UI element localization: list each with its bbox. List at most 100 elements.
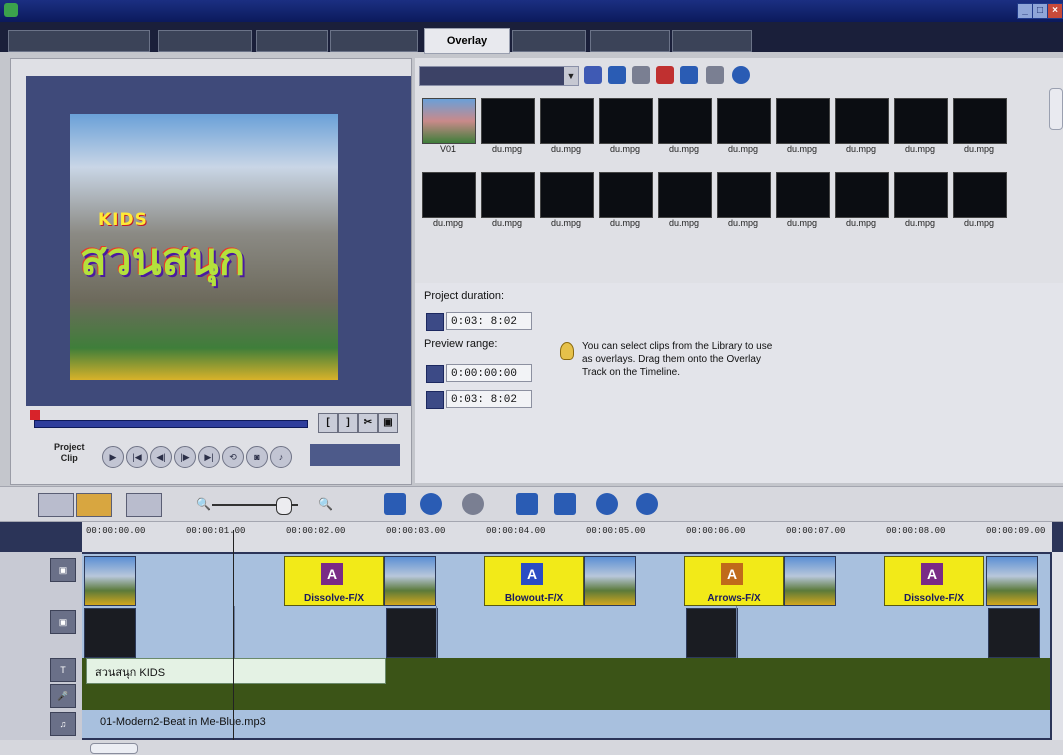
overlay-clip[interactable] [84,608,136,658]
volume-icon[interactable]: ♪ [270,446,292,468]
overlay-clip[interactable] [686,608,738,658]
library-thumbnail[interactable]: du.mpg [658,98,712,158]
music-track-icon[interactable]: ♫ [50,712,76,736]
home-icon[interactable]: |◀ [126,446,148,468]
library-thumbnail[interactable]: du.mpg [717,172,771,232]
library-category-dropdown[interactable]: ▼ [419,66,579,86]
library-thumbnail[interactable]: du.mpg [717,98,771,158]
scroll-thumb[interactable] [90,743,138,754]
overlay-clip[interactable] [988,608,1040,658]
library-thumbnail[interactable]: du.mpg [599,98,653,158]
close-icon[interactable]: × [1047,3,1063,19]
video-track-icon[interactable]: ▣ [50,558,76,582]
tab-2[interactable] [158,30,252,52]
storyboard-view-button[interactable] [38,493,74,517]
minimize-icon[interactable]: _ [1017,3,1033,19]
chevron-down-icon[interactable]: ▼ [564,67,578,85]
timecode-display[interactable] [310,444,400,466]
video-clip[interactable] [384,556,436,606]
scrub-handle[interactable] [30,410,40,420]
music-clip-label[interactable]: 01-Modern2-Beat in Me-Blue.mp3 [100,716,266,728]
disabled-action-icon[interactable] [462,493,484,515]
cut-clip-button[interactable]: ✂ [358,413,378,433]
library-thumbnail[interactable]: du.mpg [835,98,889,158]
zoom-slider-handle[interactable] [276,497,292,515]
tab-1[interactable] [8,30,150,52]
maximize-icon[interactable]: □ [1032,3,1048,19]
overlay-track[interactable] [82,606,1050,658]
transition-clip[interactable]: A Dissolve-F/X [884,556,984,606]
title-clip[interactable]: สวนสนุก KIDS [86,658,386,684]
playhead[interactable] [233,530,234,740]
view-icon[interactable] [706,66,724,84]
audio-view-button[interactable] [126,493,162,517]
library-thumbnail[interactable]: du.mpg [658,172,712,232]
library-scrollbar[interactable] [1049,88,1063,130]
sort-icon[interactable] [680,66,698,84]
library-thumbnail[interactable]: du.mpg [481,172,535,232]
record-icon[interactable] [420,493,442,515]
project-duration-field[interactable]: 0:03: 8:02 [426,312,536,332]
enlarge-button[interactable]: ▣ [378,413,398,433]
tab-overlay[interactable]: Overlay [424,28,510,54]
next-frame-icon[interactable]: |▶ [174,446,196,468]
library-thumbnail[interactable]: du.mpg [953,98,1007,158]
world-icon[interactable] [636,493,658,515]
timeline-horizontal-scrollbar[interactable] [0,740,1063,755]
insert-media-icon[interactable] [384,493,406,515]
library-thumbnail[interactable]: du.mpg [953,172,1007,232]
title-track-icon[interactable]: T [50,658,76,682]
preview-start-value[interactable]: 0:00:00:00 [446,364,532,382]
library-thumbnail[interactable]: du.mpg [894,172,948,232]
mark-out-button[interactable]: ] [338,413,358,433]
library-thumbnail[interactable]: du.mpg [422,172,476,232]
zoom-in-icon[interactable]: 🔍 [318,497,333,511]
play-icon[interactable]: ▶ [102,446,124,468]
project-clip-toggle[interactable]: Project Clip [54,442,85,464]
snapshot-icon[interactable]: ◙ [246,446,268,468]
preview-start-field[interactable]: 0:00:00:00 [426,364,536,384]
library-thumbnail[interactable]: du.mpg [540,172,594,232]
video-clip[interactable] [84,556,136,606]
video-clip[interactable] [584,556,636,606]
project-duration-value[interactable]: 0:03: 8:02 [446,312,532,330]
prev-frame-icon[interactable]: ◀| [150,446,172,468]
track-manager-icon[interactable] [516,493,538,515]
preview-end-value[interactable]: 0:03: 8:02 [446,390,532,408]
video-clip[interactable] [784,556,836,606]
library-thumbnail[interactable]: du.mpg [776,172,830,232]
library-thumbnail[interactable]: du.mpg [481,98,535,158]
library-thumbnail[interactable]: du.mpg [835,172,889,232]
tab-4[interactable] [330,30,418,52]
transition-clip[interactable]: A Arrows-F/X [684,556,784,606]
tab-6[interactable] [512,30,586,52]
library-thumbnail[interactable]: du.mpg [894,98,948,158]
library-thumbnail[interactable]: du.mpg [540,98,594,158]
timeline-view-button[interactable] [76,493,112,517]
transition-clip[interactable]: A Dissolve-F/X [284,556,384,606]
folder-icon[interactable] [584,66,602,84]
overlay-track-icon[interactable]: ▣ [50,610,76,634]
library-thumbnail[interactable]: V01 [422,98,476,158]
zoom-out-icon[interactable]: 🔍 [196,497,211,511]
tab-7[interactable] [590,30,670,52]
overlay-clip[interactable] [386,608,438,658]
mark-in-button[interactable]: [ [318,413,338,433]
library-thumbnail[interactable]: du.mpg [599,172,653,232]
tab-3[interactable] [256,30,328,52]
info-icon[interactable] [732,66,750,84]
mix-icon[interactable] [554,493,576,515]
voice-track-icon[interactable]: 🎤 [50,684,76,708]
voice-track[interactable] [82,682,1050,710]
timeline-vertical-scrollbar[interactable] [1052,552,1063,740]
options-icon[interactable] [632,66,650,84]
import-icon[interactable] [608,66,626,84]
video-clip[interactable] [986,556,1038,606]
scrub-bar[interactable] [34,420,308,428]
transition-clip[interactable]: A Blowout-F/X [484,556,584,606]
auto-music-icon[interactable] [596,493,618,515]
end-icon[interactable]: ▶| [198,446,220,468]
tab-8[interactable] [672,30,752,52]
preview-end-field[interactable]: 0:03: 8:02 [426,390,536,410]
library-thumbnail[interactable]: du.mpg [776,98,830,158]
